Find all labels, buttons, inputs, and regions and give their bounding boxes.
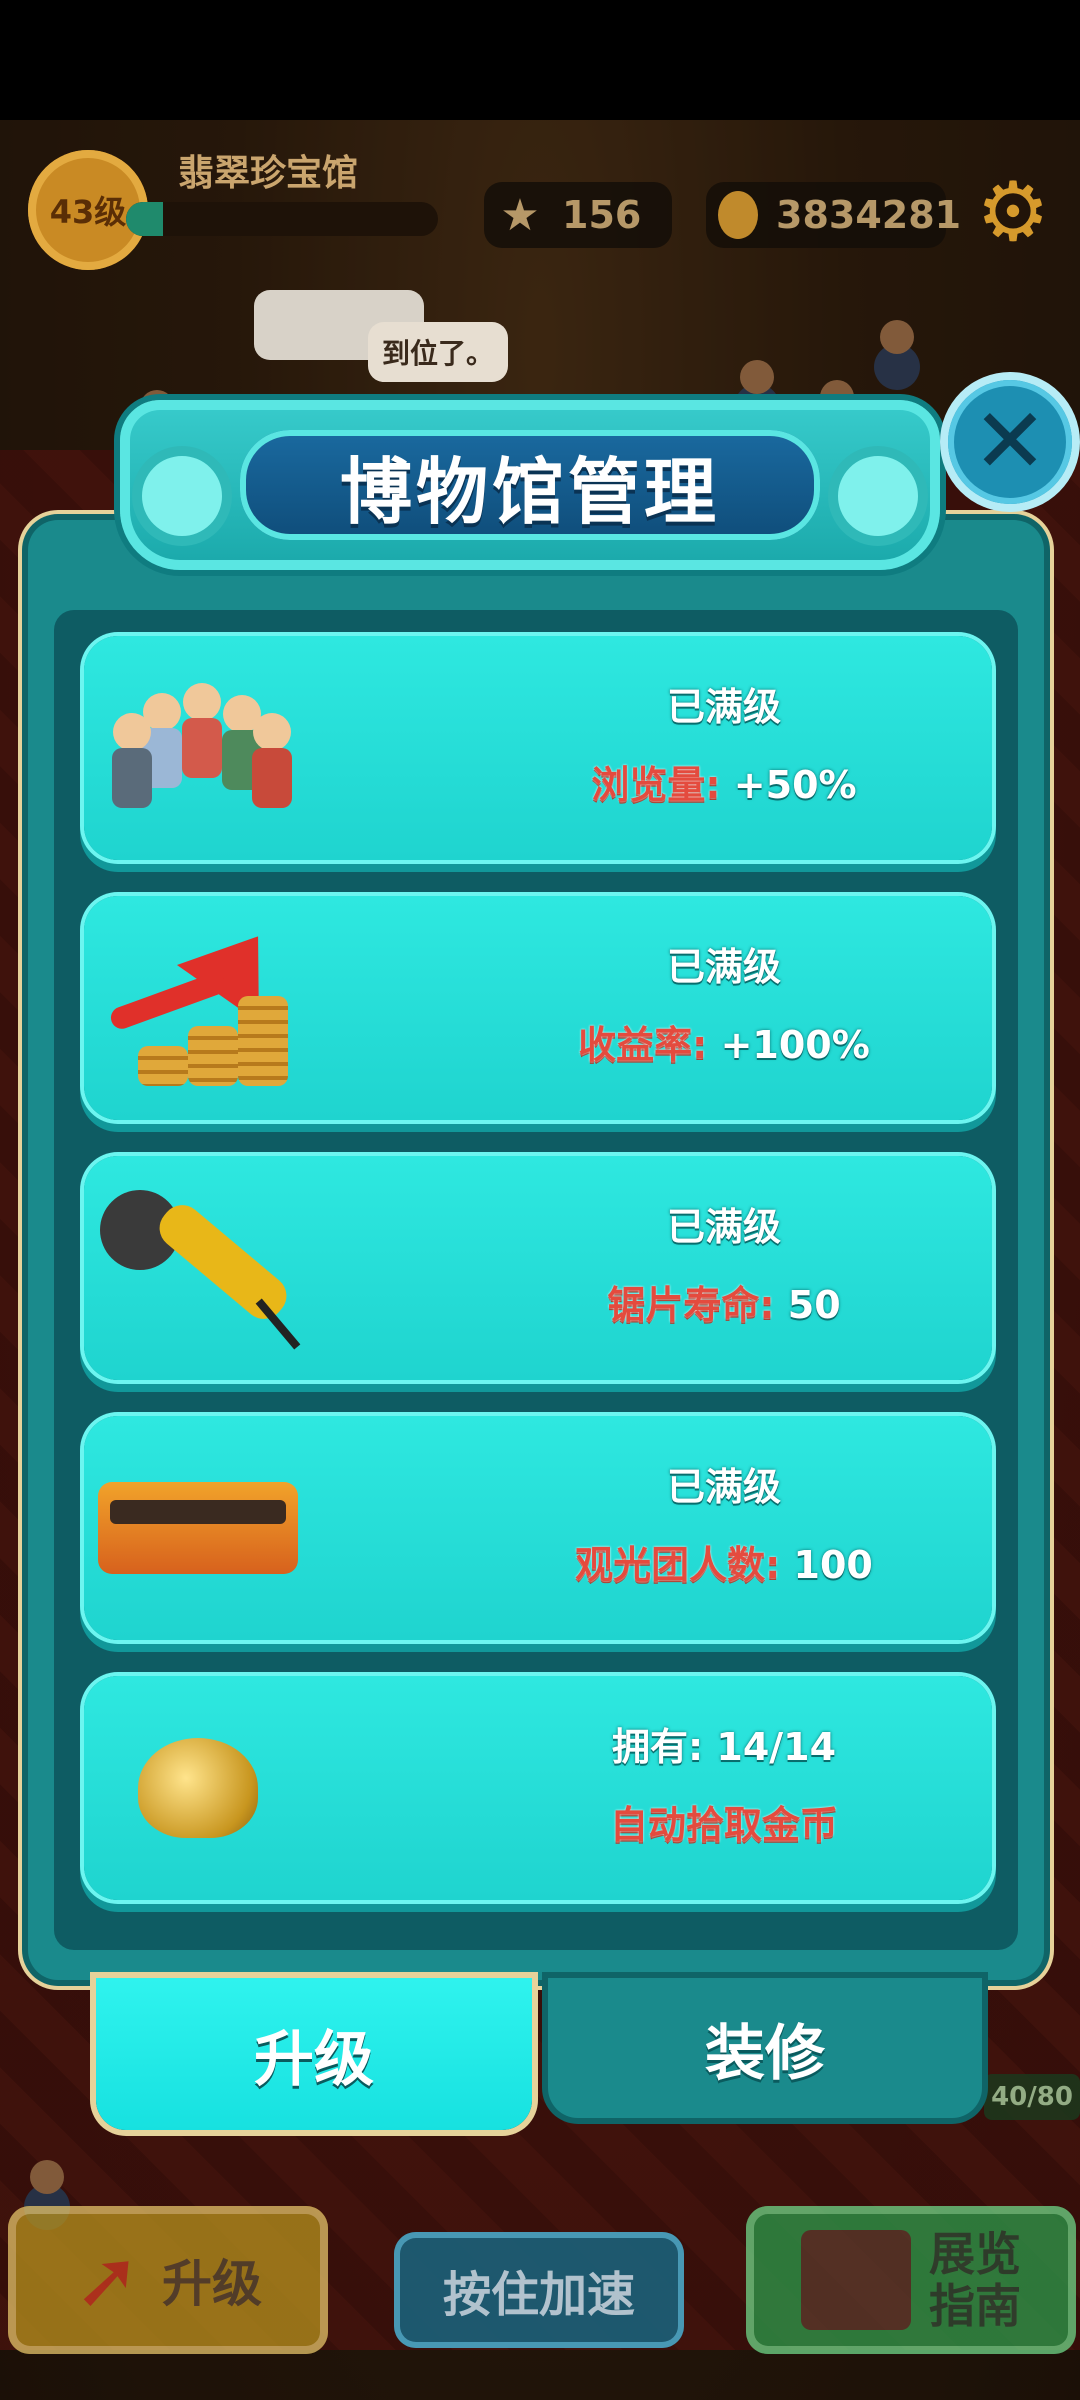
guide-button-label: 展览 指南 <box>929 2228 1021 2332</box>
card-status: 已满级 <box>666 1465 781 1509</box>
upgrade-card-saw-blade[interactable]: 已满级 锯片寿命: 50 <box>84 1156 992 1380</box>
card-effect: 浏览量: +50% <box>374 754 1074 809</box>
tour-bus-icon <box>98 1430 298 1626</box>
upgrade-button-label: 升级 <box>162 2255 262 2313</box>
hold-to-speed-button[interactable]: 按住加速 <box>394 2232 684 2348</box>
guide-label-line1: 展览 <box>929 2227 1021 2281</box>
card-effect: 观光团人数: 100 <box>374 1534 1074 1589</box>
dialog-title: 博物馆管理 <box>339 449 720 534</box>
visitor <box>740 360 774 394</box>
xp-progress-fill <box>126 202 164 236</box>
capacity-counter: 40/80 <box>984 2074 1080 2120</box>
effect-value: +50% <box>720 763 857 807</box>
level-text: 43级 <box>49 193 127 231</box>
effect-label: 锯片寿命: <box>607 1283 775 1327</box>
effect-value: 100 <box>780 1543 873 1587</box>
speed-button-label: 按住加速 <box>442 2267 635 2323</box>
upgrade-button[interactable]: ➚ 升级 <box>8 2206 328 2354</box>
coin-icon <box>718 191 758 239</box>
card-status: 已满级 <box>666 1205 781 1249</box>
visitor <box>30 2160 64 2194</box>
income-arrow-coins-icon <box>98 907 300 1106</box>
scroll-ornament-right <box>828 446 928 546</box>
scroll-ornament-left <box>132 446 232 546</box>
effect-label: 观光团人数: <box>575 1543 781 1587</box>
card-status: 已满级 <box>666 945 781 989</box>
upgrade-card-income[interactable]: 已满级 收益率: +100% <box>84 896 992 1120</box>
star-count: 156 <box>562 193 642 237</box>
exhibition-guide-button[interactable]: 展览 指南 <box>746 2206 1076 2354</box>
tab-upgrade[interactable]: 升级 <box>96 1978 532 2130</box>
visitor <box>880 320 914 354</box>
star-counter: ★ 156 <box>484 182 672 248</box>
title-plaque: 博物馆管理 <box>240 430 820 540</box>
angle-grinder-icon <box>98 1170 301 1366</box>
card-effect: 收益率: +100% <box>374 1014 1074 1069</box>
card-effect: 自动拾取金币 <box>609 1803 838 1847</box>
effect-label: 收益率: <box>578 1023 708 1067</box>
book-icon <box>801 2230 911 2330</box>
museum-name: 翡翠珍宝馆 <box>178 153 359 194</box>
effect-value: +100% <box>707 1023 870 1067</box>
effect-value: 50 <box>774 1283 841 1327</box>
visitors-group-icon <box>98 650 298 846</box>
card-status: 已满级 <box>666 685 781 729</box>
guide-label-line2: 指南 <box>929 2279 1021 2333</box>
coin-count: 3834281 <box>776 193 962 237</box>
dialog-title-banner: 博物馆管理 <box>120 400 940 570</box>
star-icon: ★ <box>500 189 540 241</box>
effect-label: 浏览量: <box>591 763 721 807</box>
speech-bubble: 到位了。 <box>368 322 508 382</box>
card-owned-count: 拥有: 14/14 <box>611 1725 837 1769</box>
gear-icon[interactable]: ⚙ <box>970 170 1056 256</box>
close-icon: ✕ <box>972 389 1048 494</box>
golden-toad-icon <box>98 1690 298 1886</box>
xp-progress-bar <box>126 202 438 236</box>
card-effect: 锯片寿命: 50 <box>374 1274 1074 1329</box>
upgrade-card-visitors[interactable]: 已满级 浏览量: +50% <box>84 636 992 860</box>
upgrade-card-tour-group[interactable]: 已满级 观光团人数: 100 <box>84 1416 992 1640</box>
top-hud: 43级 翡翠珍宝馆 ★ 156 3834281 ⚙ <box>0 130 1080 290</box>
upgrade-card-golden-toad[interactable]: 拥有: 14/14 自动拾取金币 <box>84 1676 992 1900</box>
tab-decorate[interactable]: 装修 <box>548 1978 982 2118</box>
close-button[interactable]: ✕ <box>948 380 1072 504</box>
coin-counter: 3834281 <box>706 182 961 248</box>
arrow-up-icon: ➚ <box>74 2233 142 2326</box>
